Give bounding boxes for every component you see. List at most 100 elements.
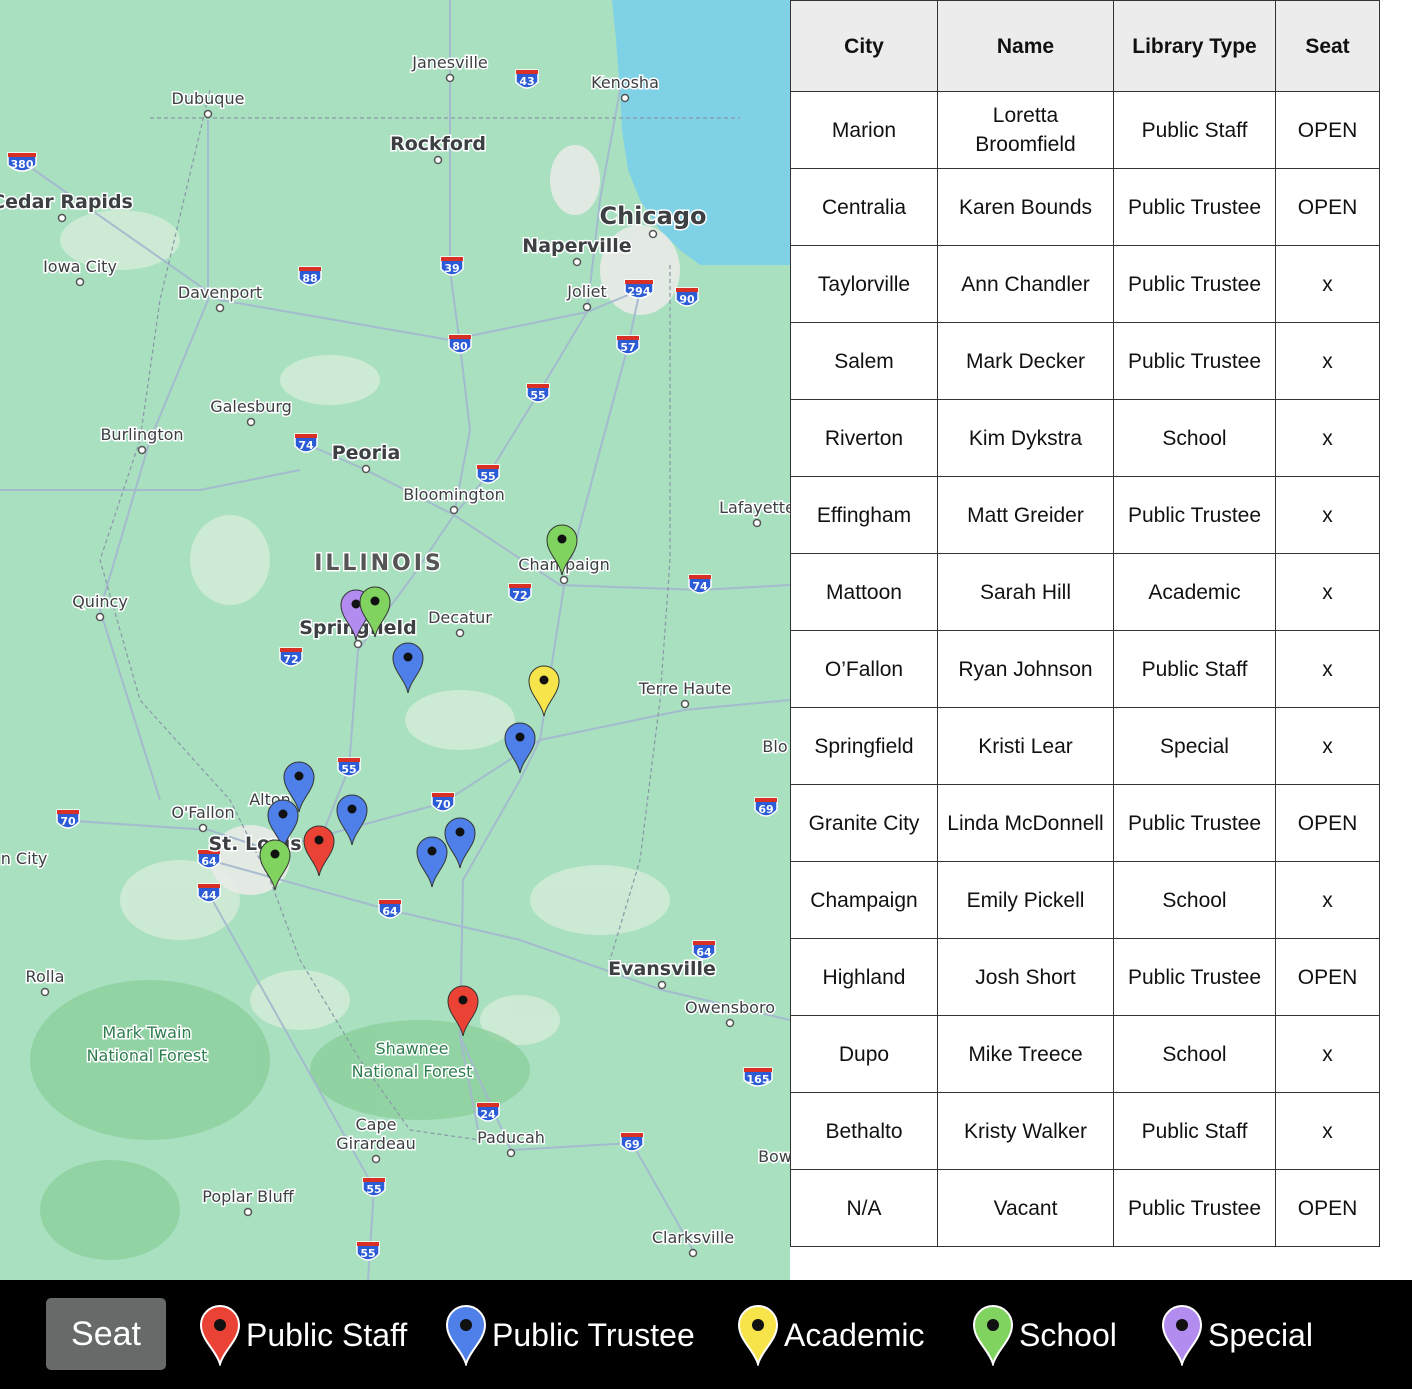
cell-seat: x (1275, 1092, 1380, 1170)
cell-name: Vacant (937, 1169, 1114, 1247)
cell-seat: x (1275, 707, 1380, 785)
table-row[interactable]: N/A Vacant Public Trustee OPEN (790, 1169, 1380, 1247)
legend-item-public-staff[interactable]: Public Staff (198, 1302, 407, 1368)
cell-seat: OPEN (1275, 1169, 1380, 1247)
seat-button[interactable]: Seat (46, 1298, 166, 1370)
cell-city: Mattoon (790, 553, 938, 631)
place-name: National Forest (87, 1046, 208, 1065)
table-row[interactable]: Mattoon Sarah Hill Academic x (790, 553, 1380, 631)
legend-label-special: Special (1208, 1316, 1313, 1353)
shield-number: 74 (298, 439, 314, 452)
cell-library-type: Special (1113, 707, 1276, 785)
place-name: O'Fallon (171, 803, 234, 822)
col-header-seat[interactable]: Seat (1275, 0, 1380, 92)
cell-name: Matt Greider (937, 476, 1114, 554)
city-dot-icon (725, 1018, 735, 1028)
public-trustee-pin-icon (445, 1305, 487, 1366)
cell-name: Emily Pickell (937, 861, 1114, 939)
shield-number: 70 (60, 815, 76, 828)
map-canvas[interactable]: 43 380 88 39 294 90 80 57 55 74 55 72 74 72 55 70 69 70 64… (0, 0, 790, 1280)
table-row[interactable]: Centralia Karen Bounds Public Trustee OPEN (790, 168, 1380, 246)
table-header-row: City Name Library Type Seat (790, 0, 1380, 92)
place-name: n City (1, 849, 48, 868)
col-header-name[interactable]: Name (937, 0, 1114, 92)
cell-city: Marion (790, 91, 938, 169)
city-dot-icon (40, 987, 50, 997)
cell-city: Riverton (790, 399, 938, 477)
interstate-shield-icon: 80 (448, 334, 472, 354)
table-row[interactable]: Granite City Linda McDonnell Public Truste… (790, 784, 1380, 862)
place-name: Bow (758, 1147, 790, 1166)
shield-number: 72 (512, 589, 527, 602)
cell-name: Mike Treece (937, 1015, 1114, 1093)
cell-city: Springfield (790, 707, 938, 785)
table-row[interactable]: Springfield Kristi Lear Special x (790, 707, 1380, 785)
place-label: Cape (354, 1114, 398, 1136)
legend-bar: Seat Public Staff Public Trustee Academi… (0, 1280, 1412, 1389)
table-row[interactable]: Champaign Emily Pickell School x (790, 861, 1380, 939)
place-name: Shawnee (375, 1039, 448, 1058)
place-name: Blo (762, 737, 787, 756)
members-table: City Name Library Type Seat Marion Lorett… (790, 0, 1380, 1247)
cell-name: Mark Decker (937, 322, 1114, 400)
cell-name: Ann Chandler (937, 245, 1114, 323)
city-dot-icon (582, 302, 592, 312)
map-panel[interactable]: 43 380 88 39 294 90 80 57 55 74 55 72 74 72 55 70 69 70 64… (0, 0, 790, 1280)
legend-item-special[interactable]: Special (1160, 1302, 1313, 1368)
legend-label-academic: Academic (784, 1316, 925, 1353)
interstate-shield-icon: 43 (515, 69, 539, 89)
interstate-shield-icon: 88 (298, 266, 322, 286)
col-header-library-type[interactable]: Library Type (1113, 0, 1276, 92)
city-dot-icon (657, 980, 667, 990)
place-name: Bloomington (403, 485, 505, 504)
city-dot-icon (57, 213, 67, 223)
city-dot-icon (688, 1248, 698, 1258)
interstate-shield-icon: 90 (675, 287, 699, 307)
table-body: Marion Loretta Broomfield Public Staff OPEN… (790, 91, 1380, 1247)
place-name: Owensboro (685, 998, 775, 1017)
col-header-city[interactable]: City (790, 0, 938, 92)
cell-seat: OPEN (1275, 91, 1380, 169)
table-row[interactable]: Effingham Matt Greider Public Trustee x (790, 476, 1380, 554)
table-row[interactable]: Marion Loretta Broomfield Public Staff OPEN (790, 91, 1380, 169)
interstate-shield-icon: 294 (624, 279, 654, 299)
interstate-shield-icon: 72 (279, 647, 303, 667)
shield-number: 165 (747, 1073, 770, 1086)
legend-item-school[interactable]: School (971, 1302, 1117, 1368)
city-dot-icon (243, 1207, 253, 1217)
table-row[interactable]: Highland Josh Short Public Trustee OPEN (790, 938, 1380, 1016)
cell-seat: x (1275, 322, 1380, 400)
interstate-shield-icon: 74 (688, 574, 712, 594)
shield-number: 88 (302, 272, 317, 285)
legend-item-public-trustee[interactable]: Public Trustee (444, 1302, 695, 1368)
place-name: Iowa City (43, 257, 117, 276)
interstate-shield-icon: 74 (294, 433, 318, 453)
table-row[interactable]: Taylorville Ann Chandler Public Trustee x (790, 245, 1380, 323)
shield-number: 44 (201, 889, 217, 902)
shield-number: 74 (692, 580, 708, 593)
cell-seat: x (1275, 861, 1380, 939)
table-row[interactable]: Salem Mark Decker Public Trustee x (790, 322, 1380, 400)
table-row[interactable]: Dupo Mike Treece School x (790, 1015, 1380, 1093)
academic-pin-icon (737, 1305, 779, 1366)
place-name: Clarksville (652, 1228, 734, 1247)
cell-seat: x (1275, 476, 1380, 554)
city-dot-icon (203, 109, 213, 119)
interstate-shield-icon: 39 (440, 256, 464, 276)
shield-number: 70 (435, 798, 451, 811)
table-row[interactable]: O’Fallon Ryan Johnson Public Staff x (790, 630, 1380, 708)
shield-number: 55 (480, 470, 495, 483)
cell-seat: x (1275, 245, 1380, 323)
cell-library-type: Public Staff (1113, 91, 1276, 169)
shield-number: 69 (758, 803, 773, 816)
place-label: Shawnee (374, 1038, 450, 1060)
place-label: Mark Twain (101, 1022, 193, 1044)
place-name: Mark Twain (102, 1023, 191, 1042)
legend-label-public-trustee: Public Trustee (492, 1316, 695, 1353)
table-row[interactable]: Bethalto Kristy Walker Public Staff x (790, 1092, 1380, 1170)
interstate-shield-icon: 64 (692, 940, 716, 960)
legend-item-academic[interactable]: Academic (736, 1302, 925, 1368)
table-row[interactable]: Riverton Kim Dykstra School x (790, 399, 1380, 477)
place-name: Rockford (390, 133, 486, 155)
cell-library-type: School (1113, 399, 1276, 477)
